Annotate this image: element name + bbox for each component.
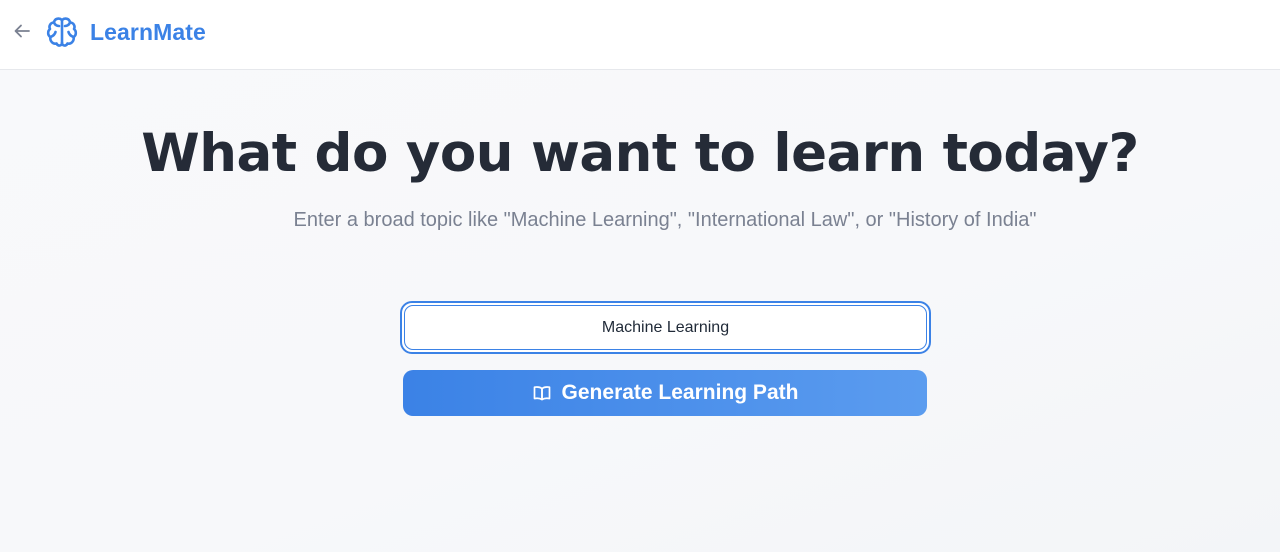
back-button[interactable] <box>8 19 36 47</box>
topic-input-container <box>400 301 931 354</box>
main-content: What do you want to learn today? Enter a… <box>0 70 1280 552</box>
generate-learning-path-button[interactable]: Generate Learning Path <box>403 370 927 416</box>
arrow-left-icon <box>12 21 32 46</box>
brand-home-link[interactable]: LearnMate <box>44 14 206 50</box>
generate-button-label: Generate Learning Path <box>561 381 799 404</box>
book-open-icon <box>532 383 552 403</box>
brain-icon <box>44 14 80 50</box>
page-subtitle: Enter a broad topic like "Machine Learni… <box>293 209 1037 231</box>
top-navbar: LearnMate <box>0 0 1280 70</box>
brand-name: LearnMate <box>90 18 206 45</box>
topic-input[interactable] <box>404 305 927 350</box>
page-title: What do you want to learn today? <box>141 123 1139 184</box>
